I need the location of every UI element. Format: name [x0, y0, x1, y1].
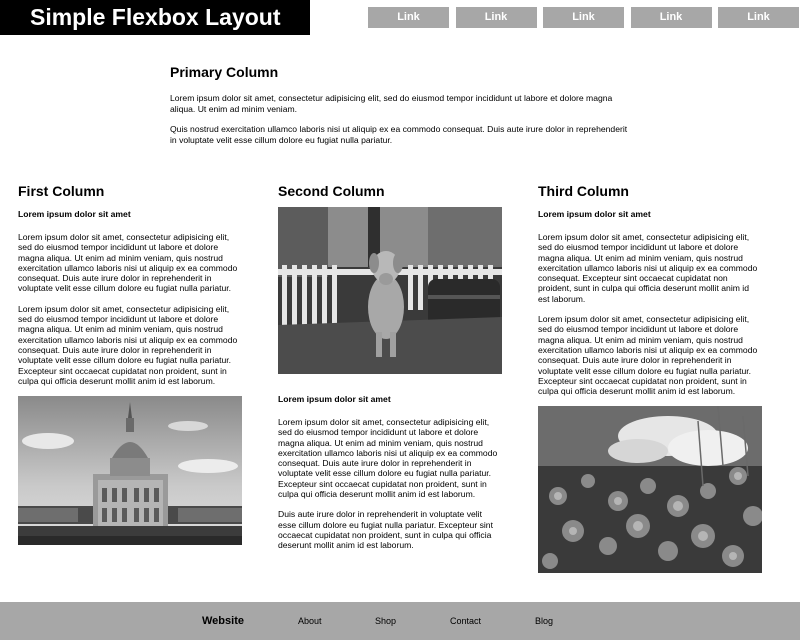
footer-link-contact[interactable]: Contact [450, 616, 481, 626]
nav-link-3[interactable]: Link [543, 7, 624, 28]
second-column-subheading: Lorem ipsum dolor sit amet [278, 394, 391, 404]
nav-link-2[interactable]: Link [455, 7, 537, 28]
second-column-paragraph-1: Lorem ipsum dolor sit amet, consectetur … [278, 417, 498, 500]
site-title: Simple Flexbox Layout [0, 0, 310, 35]
flower-field-photo [538, 406, 762, 574]
first-column-subheading: Lorem ipsum dolor sit amet [18, 209, 131, 219]
primary-heading: Primary Column [170, 64, 279, 80]
domed-building-photo [18, 396, 242, 546]
second-column-heading: Second Column [278, 183, 385, 199]
second-column-paragraph-2: Duis aute irure dolor in reprehenderit i… [278, 509, 493, 551]
nav-link-5[interactable]: Link [718, 7, 799, 28]
third-column-paragraph-2: Lorem ipsum dolor sit amet, consectetur … [538, 314, 758, 397]
first-column-paragraph-2: Lorem ipsum dolor sit amet, consectetur … [18, 303, 238, 386]
primary-column: Primary Column Lorem ipsum dolor sit ame… [170, 64, 630, 155]
footer-link-blog[interactable]: Blog [535, 616, 553, 626]
third-column: Third Column Lorem ipsum dolor sit amet … [538, 183, 762, 574]
primary-paragraph-2: Quis nostrud exercitation ullamco labori… [170, 124, 628, 145]
third-column-paragraph-1: Lorem ipsum dolor sit amet, consectetur … [538, 232, 758, 304]
first-column: First Column Lorem ipsum dolor sit amet … [18, 183, 242, 546]
second-column: Second Column Lorem ipsum dolor sit amet… [278, 183, 502, 561]
footer-link-shop[interactable]: Shop [375, 616, 396, 626]
footer-brand[interactable]: Website [202, 615, 244, 627]
third-column-heading: Third Column [538, 183, 629, 199]
primary-paragraph-1: Lorem ipsum dolor sit amet, consectetur … [170, 93, 613, 114]
nav-link-4[interactable]: Link [630, 7, 712, 28]
footer-link-about[interactable]: About [298, 616, 322, 626]
nav-link-1[interactable]: Link [368, 7, 449, 28]
first-column-paragraph-1: Lorem ipsum dolor sit amet, consectetur … [18, 232, 238, 294]
footer: Website About Shop Contact Blog [0, 602, 800, 640]
dog-photo [278, 207, 502, 374]
third-column-subheading: Lorem ipsum dolor sit amet [538, 209, 651, 219]
top-nav: Link Link Link Link Link [368, 7, 799, 28]
first-column-heading: First Column [18, 183, 105, 199]
